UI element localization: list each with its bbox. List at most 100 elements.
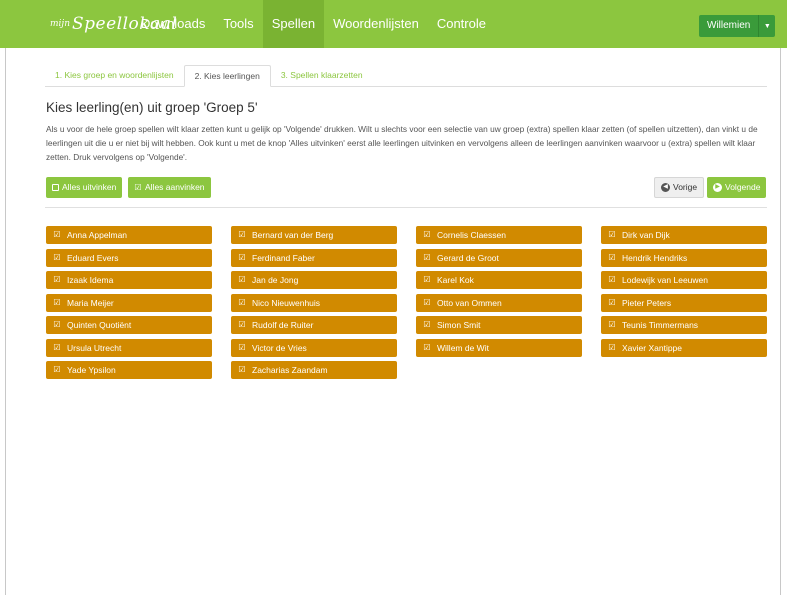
student-name: Anna Appelman bbox=[67, 230, 128, 240]
student-name: Yade Ypsilon bbox=[67, 365, 116, 375]
arrow-right-circle-icon: ▶ bbox=[713, 183, 722, 192]
user-menu-button[interactable]: Willemien ▼ bbox=[699, 15, 776, 37]
student-toggle[interactable]: ☑ Eduard Evers bbox=[46, 248, 212, 267]
student-name: Quinten Quotiënt bbox=[67, 320, 132, 330]
student-toggle[interactable]: ☑ Gerard de Groot bbox=[416, 248, 582, 267]
student-name: Hendrik Hendriks bbox=[622, 252, 688, 263]
student-toggle[interactable]: ☑ Ursula Utrecht bbox=[46, 338, 212, 357]
next-label: Volgende bbox=[725, 182, 761, 192]
check-all-label: Alles aanvinken bbox=[145, 182, 205, 192]
student-name: Lodewijk van Leeuwen bbox=[622, 275, 709, 285]
checked-box-icon: ☑ bbox=[53, 252, 61, 262]
student-toggle[interactable]: ☑ Simon Smit bbox=[416, 316, 582, 334]
checked-box-icon: ☑ bbox=[238, 297, 246, 307]
checked-box-icon: ☑ bbox=[608, 320, 616, 329]
student-name: Rudolf de Ruiter bbox=[252, 320, 314, 330]
check-all-button[interactable]: ☑ Alles aanvinken bbox=[128, 177, 211, 198]
student-toggle[interactable]: ☑ Quinten Quotiënt bbox=[46, 316, 212, 334]
checked-box-icon: ☑ bbox=[238, 320, 246, 329]
previous-label: Vorige bbox=[673, 182, 698, 192]
student-toggle[interactable]: ☑ Teunis Timmermans bbox=[601, 316, 767, 334]
page-title: Kies leerling(en) uit groep 'Groep 5' bbox=[46, 100, 258, 115]
student-toggle[interactable]: ☑ Pieter Peters bbox=[601, 293, 767, 312]
wizard-tabs: 1. Kies groep en woordenlijsten 2. Kies … bbox=[45, 65, 767, 87]
student-name: Nico Nieuwenhuis bbox=[252, 297, 321, 308]
student-name: Willem de Wit bbox=[437, 342, 489, 353]
student-name: Cornelis Claessen bbox=[437, 230, 506, 240]
checked-box-icon: ☑ bbox=[423, 320, 431, 329]
student-toggle[interactable]: ☑ Izaak Idema bbox=[46, 271, 212, 289]
student-name: Simon Smit bbox=[437, 320, 481, 330]
student-name: Pieter Peters bbox=[622, 297, 672, 308]
student-toggle[interactable]: ☑ Maria Meijer bbox=[46, 293, 212, 312]
student-name: Ursula Utrecht bbox=[67, 342, 122, 353]
checked-box-icon: ☑ bbox=[608, 252, 616, 262]
uncheck-all-button[interactable]: Alles uitvinken bbox=[46, 177, 123, 198]
nav-item-downloads[interactable]: Downloads bbox=[132, 0, 214, 48]
student-name: Teunis Timmermans bbox=[622, 320, 699, 330]
checked-box-icon: ☑ bbox=[238, 252, 246, 262]
checked-box-icon: ☑ bbox=[53, 297, 61, 307]
student-toggle[interactable]: ☑ Ferdinand Faber bbox=[231, 248, 397, 267]
nav-item-woordenlijsten[interactable]: Woordenlijsten bbox=[324, 0, 428, 48]
student-toggle[interactable]: ☑ Willem de Wit bbox=[416, 338, 582, 357]
intro-text: Als u voor de hele groep spellen wilt kl… bbox=[46, 124, 758, 162]
checked-box-icon: ☑ bbox=[423, 297, 431, 307]
uncheck-all-label: Alles uitvinken bbox=[62, 182, 117, 192]
logo-mark: mijn bbox=[50, 19, 70, 29]
checked-box-icon: ☑ bbox=[423, 252, 431, 262]
student-toggle[interactable]: ☑ Otto van Ommen bbox=[416, 293, 582, 312]
checked-box-icon: ☑ bbox=[238, 230, 246, 239]
checked-box-icon: ☑ bbox=[423, 275, 431, 284]
student-toggle[interactable]: ☑ Jan de Jong bbox=[231, 271, 397, 289]
student-name: Maria Meijer bbox=[67, 297, 114, 308]
student-toggle[interactable]: ☑ Karel Kok bbox=[416, 271, 582, 289]
next-button[interactable]: ▶ Volgende bbox=[707, 177, 767, 198]
student-toggle[interactable]: ☑ Lodewijk van Leeuwen bbox=[601, 271, 767, 289]
student-toggle[interactable]: ☑ Victor de Vries bbox=[231, 338, 397, 357]
nav-item-spellen[interactable]: Spellen bbox=[262, 0, 325, 48]
caret-down-icon[interactable]: ▼ bbox=[759, 15, 775, 37]
student-toggle[interactable]: ☑ Bernard van der Berg bbox=[231, 226, 397, 244]
arrow-left-circle-icon: ◀ bbox=[661, 183, 670, 192]
student-toggle[interactable]: ☑ Zacharias Zaandam bbox=[231, 361, 397, 379]
logo[interactable]: mijn Speellokaal bbox=[50, 8, 177, 40]
checked-box-icon: ☑ bbox=[238, 365, 246, 374]
checked-box-icon: ☑ bbox=[423, 342, 431, 352]
student-name: Xavier Xantippe bbox=[622, 342, 683, 353]
student-name: Otto van Ommen bbox=[437, 297, 502, 308]
student-name: Gerard de Groot bbox=[437, 252, 499, 263]
checked-box-icon: ☑ bbox=[238, 275, 246, 284]
student-toggle[interactable]: ☑ Yade Ypsilon bbox=[46, 361, 212, 379]
checked-box-icon: ☑ bbox=[608, 275, 616, 284]
student-toggle[interactable]: ☑ Cornelis Claessen bbox=[416, 226, 582, 244]
previous-button[interactable]: ◀ Vorige bbox=[654, 177, 705, 198]
student-name: Bernard van der Berg bbox=[252, 230, 334, 240]
checked-box-icon: ☑ bbox=[608, 342, 616, 352]
student-name: Eduard Evers bbox=[67, 252, 119, 263]
checked-box-icon: ☑ bbox=[608, 297, 616, 307]
student-toggle[interactable]: ☑ Rudolf de Ruiter bbox=[231, 316, 397, 334]
tab-kies-leerlingen[interactable]: 2. Kies leerlingen bbox=[183, 65, 271, 87]
student-toggle[interactable]: ☑ Xavier Xantippe bbox=[601, 338, 767, 357]
student-toggle[interactable]: ☑ Hendrik Hendriks bbox=[601, 248, 767, 267]
student-name: Ferdinand Faber bbox=[252, 252, 315, 263]
nav-menu: Downloads Tools Spellen Woordenlijsten C… bbox=[132, 0, 495, 48]
top-navbar: mijn Speellokaal Downloads Tools Spellen… bbox=[0, 0, 787, 48]
checked-box-icon: ☑ bbox=[53, 365, 61, 374]
student-toggle[interactable]: ☑ Dirk van Dijk bbox=[601, 226, 767, 244]
divider bbox=[45, 207, 767, 208]
nav-item-controle[interactable]: Controle bbox=[428, 0, 495, 48]
student-name: Jan de Jong bbox=[252, 275, 299, 285]
checked-box-icon: ☑ bbox=[134, 182, 142, 192]
nav-item-tools[interactable]: Tools bbox=[214, 0, 262, 48]
student-toggle[interactable]: ☑ Anna Appelman bbox=[46, 226, 212, 244]
checked-box-icon: ☑ bbox=[53, 320, 61, 329]
student-name: Victor de Vries bbox=[252, 342, 307, 353]
student-name: Izaak Idema bbox=[67, 275, 114, 285]
tab-spellen-klaarzetten[interactable]: 3. Spellen klaarzetten bbox=[271, 65, 373, 87]
checked-box-icon: ☑ bbox=[423, 230, 431, 239]
tab-kies-groep[interactable]: 1. Kies groep en woordenlijsten bbox=[45, 65, 184, 87]
student-toggle[interactable]: ☑ Nico Nieuwenhuis bbox=[231, 293, 397, 312]
checked-box-icon: ☑ bbox=[53, 230, 61, 239]
